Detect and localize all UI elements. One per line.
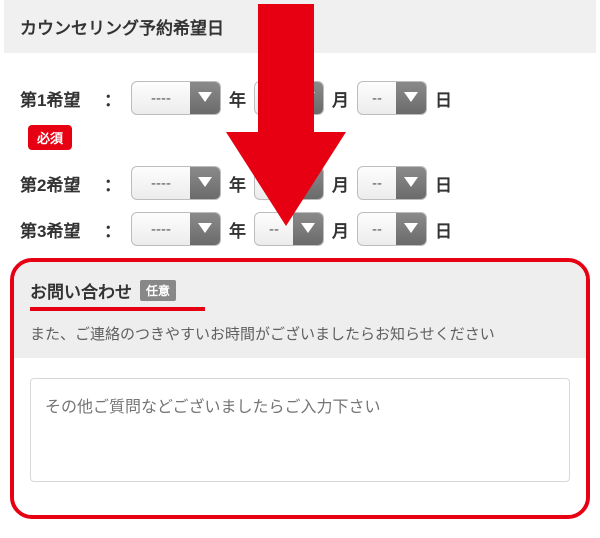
inquiry-header: お問い合わせ 任意 また、ご連絡のつきやすいお時間がございましたらお知らせくださ… [14,262,586,358]
inquiry-section: お問い合わせ 任意 また、ご連絡のつきやすいお時間がございましたらお知らせくださ… [10,258,590,519]
chevron-down-icon [396,82,426,114]
colon: ： [104,171,121,196]
pref1-month-select[interactable]: -- [254,81,324,115]
chevron-down-icon [396,167,426,199]
pref1-label: 第1希望 [20,86,96,111]
inquiry-title: お問い合わせ [30,278,132,303]
pref-row-1: 第1希望 ： ---- 年 -- 月 -- 日 [4,75,596,121]
pref3-month-select[interactable]: -- [254,212,324,246]
inquiry-subtitle: また、ご連絡のつきやすいお時間がございましたらお知らせください [30,323,570,344]
pref1-month-value: -- [255,82,293,114]
pref2-day-select[interactable]: -- [357,166,427,200]
pref1-year-select[interactable]: ---- [131,81,221,115]
inquiry-textarea[interactable] [30,378,570,482]
pref2-month-select[interactable]: -- [254,166,324,200]
pref2-label: 第2希望 [20,171,96,196]
pref-row-3: 第3希望 ： ---- 年 -- 月 -- 日 [4,206,596,252]
required-badge: 必須 [28,125,72,150]
chevron-down-icon [396,213,426,245]
chevron-down-icon [293,213,323,245]
pref-row-2: 第2希望 ： ---- 年 -- 月 -- 日 [4,160,596,206]
pref3-year-select[interactable]: ---- [131,212,221,246]
chevron-down-icon [190,213,220,245]
pref1-year-value: ---- [132,82,190,114]
chevron-down-icon [190,167,220,199]
section-title: カウンセリング予約希望日 [4,0,596,53]
chevron-down-icon [190,82,220,114]
pref3-label: 第3希望 [20,217,96,242]
optional-badge: 任意 [140,280,176,301]
pref2-year-select[interactable]: ---- [131,166,221,200]
colon: ： [104,86,121,111]
month-unit: 月 [332,86,349,111]
chevron-down-icon [293,82,323,114]
pref1-day-select[interactable]: -- [357,81,427,115]
day-unit: 日 [435,86,452,111]
pref3-day-select[interactable]: -- [357,212,427,246]
chevron-down-icon [293,167,323,199]
pref1-day-value: -- [358,82,396,114]
year-unit: 年 [229,86,246,111]
colon: ： [104,217,121,242]
